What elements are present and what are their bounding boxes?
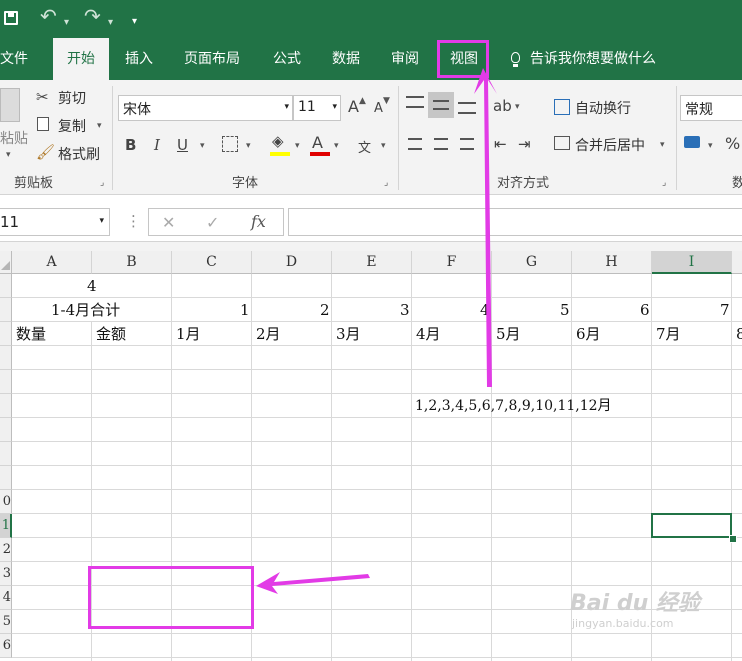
arrow-left-to-cells (256, 572, 370, 594)
arrow-up-to-view-tab (474, 68, 497, 387)
annotation-arrows (256, 68, 497, 594)
